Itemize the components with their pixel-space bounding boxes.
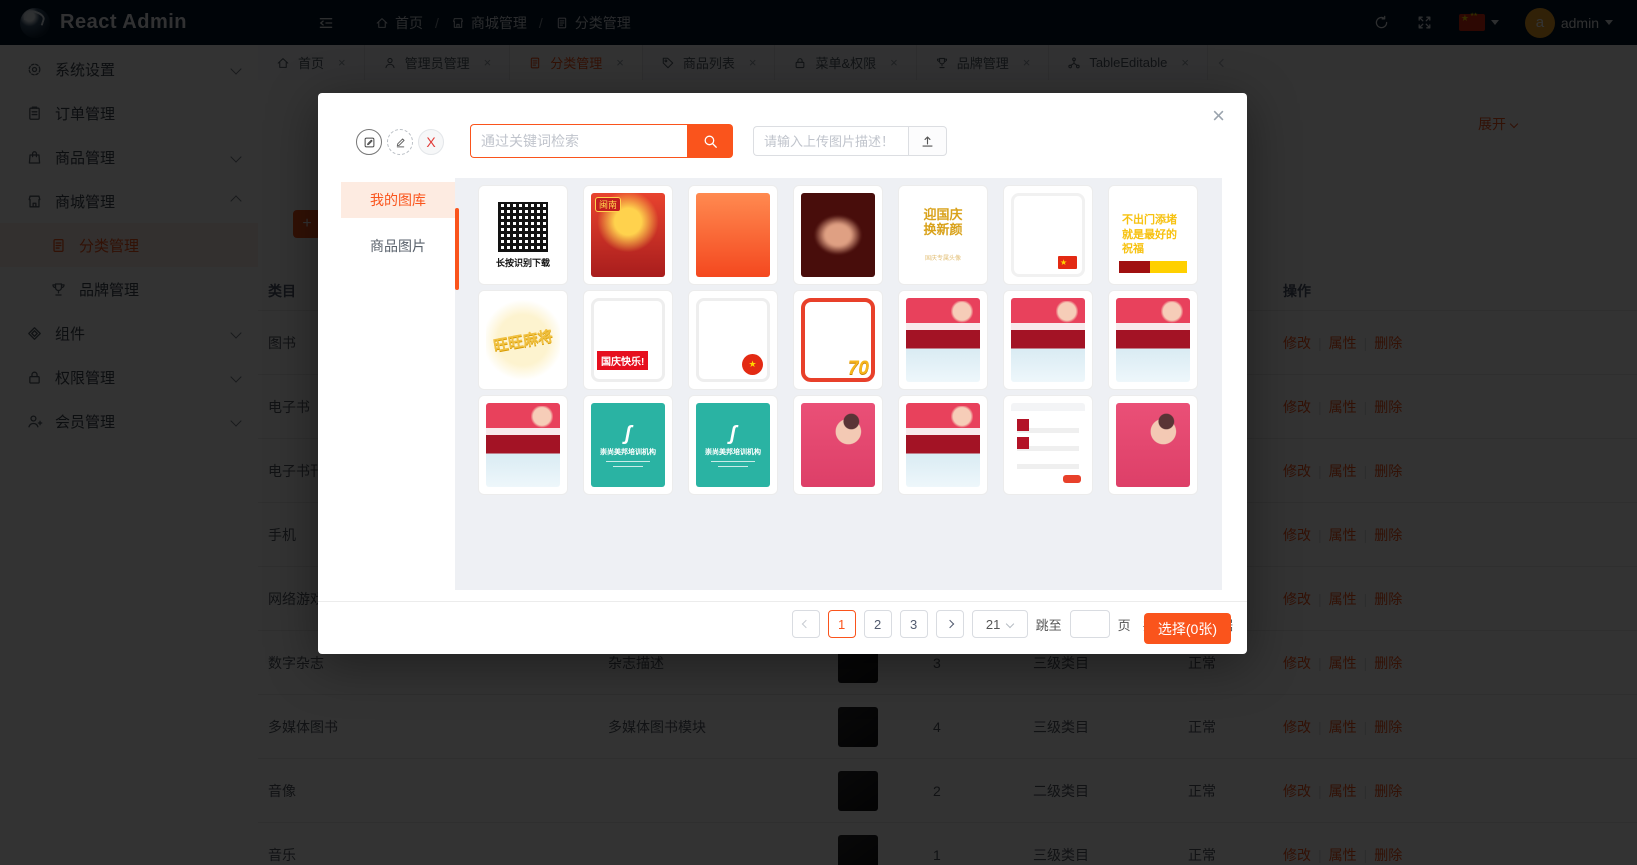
select-images-button[interactable]: 选择(0张) (1143, 613, 1231, 644)
gallery-image (486, 403, 560, 487)
gallery-image: ★ (1011, 193, 1085, 277)
gallery-image-card[interactable]: 迎国庆 换新颜 国庆专属头像 (898, 185, 988, 285)
gallery-image-card[interactable] (898, 395, 988, 495)
gallery-image: 70 (801, 298, 875, 382)
gallery-image (801, 403, 875, 487)
clear-icon[interactable]: X (418, 129, 444, 155)
gallery-image (1116, 298, 1190, 382)
upload-button[interactable] (908, 126, 947, 156)
gallery-image-card[interactable]: ʃ 崇尚美邦培训机构 (583, 395, 673, 495)
scrollbar-thumb[interactable] (455, 208, 459, 290)
gallery-image-card[interactable]: ★ (688, 290, 778, 390)
edit-square-icon[interactable] (356, 129, 382, 155)
gallery: 我的图库商品图片 长按识别下载 闽南 迎国庆 换新颜 国庆专属头像 ★ 不出门添堵 就是最好的… (341, 178, 1222, 590)
gallery-image-card[interactable]: 闽南 (583, 185, 673, 285)
gallery-image-card[interactable] (1003, 290, 1093, 390)
keyword-search-input[interactable] (470, 124, 687, 158)
gallery-image-card[interactable] (1108, 290, 1198, 390)
gallery-image: 不出门添堵 就是最好的祝福 (1116, 193, 1190, 277)
gallery-image (1011, 298, 1085, 382)
gallery-image-card[interactable] (688, 185, 778, 285)
gallery-image (906, 403, 980, 487)
gallery-image (1011, 403, 1085, 487)
gallery-image-card[interactable]: 国庆快乐! (583, 290, 673, 390)
app-root: React Admin 首页/商城管理/分类管理 a admin 系统设置订单管… (0, 0, 1637, 865)
gallery-image (1116, 403, 1190, 487)
gallery-image: 旺旺麻将 (486, 298, 560, 382)
gallery-image-card[interactable]: 长按识别下载 (478, 185, 568, 285)
gallery-image: ★ (696, 298, 770, 382)
gallery-image-card[interactable]: ★ (1003, 185, 1093, 285)
gallery-image-card[interactable] (1108, 395, 1198, 495)
gallery-image (801, 193, 875, 277)
gallery-image-card[interactable]: 70 (793, 290, 883, 390)
gallery-image (906, 298, 980, 382)
image-grid: 长按识别下载 闽南 迎国庆 换新颜 国庆专属头像 ★ 不出门添堵 就是最好的祝福旺旺麻将 国庆快… (455, 178, 1222, 590)
gallery-image-card[interactable] (898, 290, 988, 390)
gallery-tab[interactable]: 我的图库 (341, 182, 455, 218)
upload-description-input[interactable] (753, 126, 908, 156)
gallery-image (696, 193, 770, 277)
pen-icon[interactable] (387, 129, 413, 155)
close-icon[interactable]: × (1212, 105, 1225, 127)
gallery-image: 迎国庆 换新颜 国庆专属头像 (906, 193, 980, 277)
gallery-image: ʃ 崇尚美邦培训机构 (696, 403, 770, 487)
image-picker-modal: × X 我的图库商品图片 长按识别下载闽南 迎国庆换新颜国庆专属头像 ★ 不出门添堵就… (318, 93, 1247, 654)
gallery-image: 闽南 (591, 193, 665, 277)
gallery-tab[interactable]: 商品图片 (341, 228, 455, 264)
gallery-image: ʃ 崇尚美邦培训机构 (591, 403, 665, 487)
gallery-image-card[interactable]: ʃ 崇尚美邦培训机构 (688, 395, 778, 495)
search-button[interactable] (687, 124, 733, 158)
gallery-image-card[interactable] (1003, 395, 1093, 495)
gallery-image-card[interactable] (793, 395, 883, 495)
gallery-image-card[interactable] (478, 395, 568, 495)
gallery-image-card[interactable] (793, 185, 883, 285)
gallery-image-card[interactable]: 不出门添堵 就是最好的祝福 (1108, 185, 1198, 285)
gallery-image: 长按识别下载 (486, 193, 560, 277)
gallery-image: 国庆快乐! (591, 298, 665, 382)
gallery-image-card[interactable]: 旺旺麻将 (478, 290, 568, 390)
gallery-tabs: 我的图库 商品图片 (341, 178, 455, 590)
modal-footer: 选择(0张) (318, 601, 1247, 654)
